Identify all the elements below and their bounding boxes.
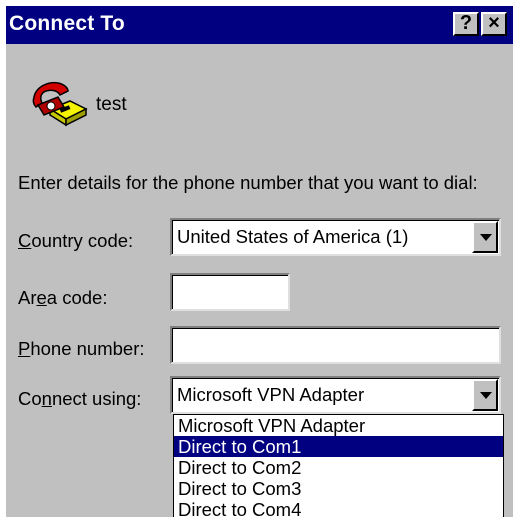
country-code-value: United States of America (1) [177,226,409,247]
connection-name: test [96,94,127,115]
phone-number-label: Phone number: [18,338,145,359]
chevron-down-icon [480,392,492,399]
phone-number-input[interactable] [170,326,501,364]
option-direct-to-com4[interactable]: Direct to Com4 [174,499,503,517]
connect-using-options-list[interactable]: Microsoft VPN Adapter Direct to Com1 Dir… [173,414,504,517]
option-microsoft-vpn-adapter[interactable]: Microsoft VPN Adapter [174,415,503,436]
phone-modem-icon [32,81,88,127]
country-code-label: Country code: [18,230,134,251]
connect-using-dropdown-button[interactable] [472,379,498,411]
area-code-label: Area code: [18,287,108,308]
option-direct-to-com2[interactable]: Direct to Com2 [174,457,503,478]
area-code-input[interactable] [170,273,290,311]
option-direct-to-com1[interactable]: Direct to Com1 [174,436,503,457]
window-title: Connect To [9,12,125,35]
connect-using-value: Microsoft VPN Adapter [177,384,365,405]
connect-to-dialog: Connect To ? × test Enter details for th… [6,6,513,517]
title-bar[interactable]: Connect To ? × [6,6,513,44]
chevron-down-icon [480,234,492,241]
connect-using-label: Connect using: [18,388,142,409]
option-direct-to-com3[interactable]: Direct to Com3 [174,478,503,499]
country-code-dropdown-button[interactable] [472,221,498,253]
instructions-text: Enter details for the phone number that … [18,172,478,193]
connect-using-select[interactable]: Microsoft VPN Adapter [170,376,501,414]
close-button[interactable]: × [481,12,507,36]
country-code-select[interactable]: United States of America (1) [170,218,501,256]
help-button[interactable]: ? [453,12,479,36]
